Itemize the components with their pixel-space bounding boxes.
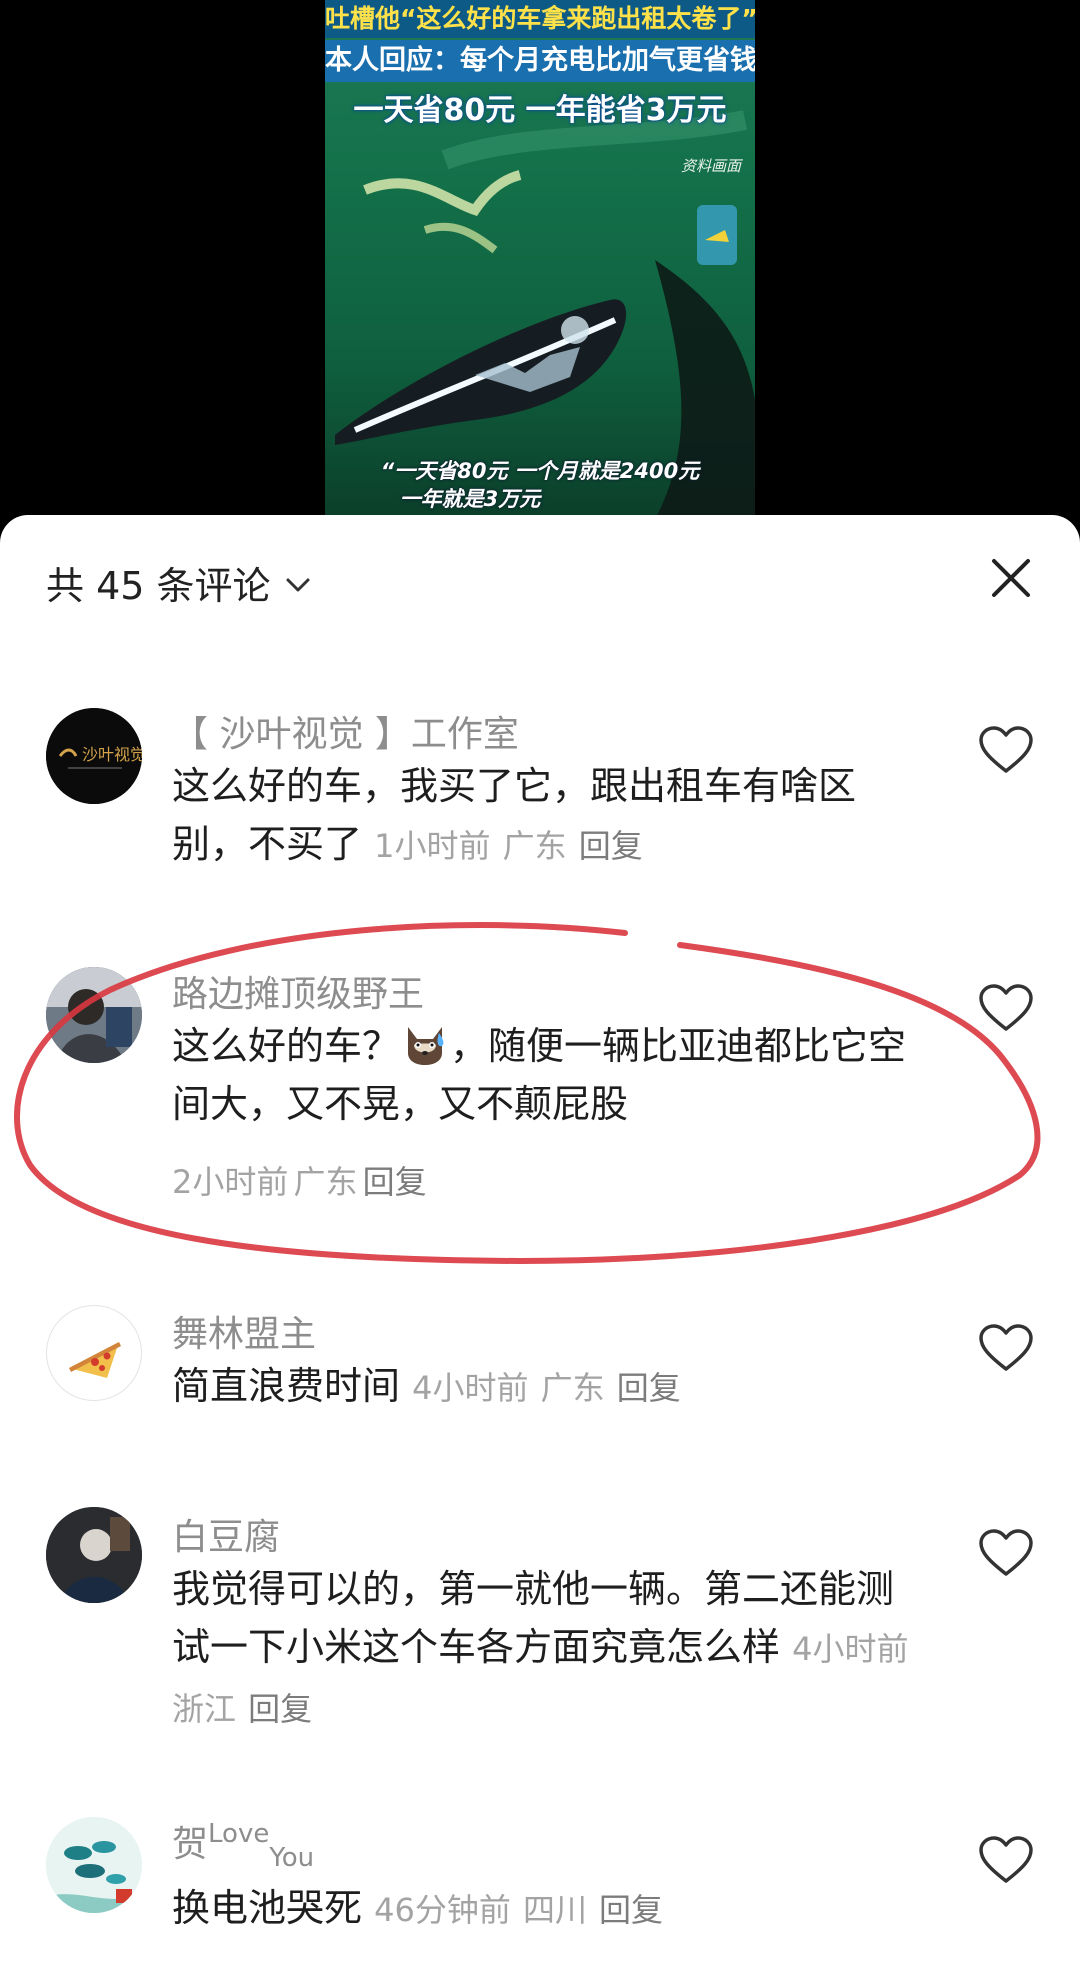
heart-icon[interactable] (978, 1323, 1034, 1373)
comment-item: 沙叶视觉 【 沙叶视觉 】工作室 这么好的车，我买了它，跟出租车有啥区别，不买了… (0, 675, 1080, 866)
close-icon[interactable] (988, 555, 1034, 601)
avatar[interactable] (46, 1507, 142, 1603)
comment-username[interactable]: 白豆腐 (172, 1508, 280, 1560)
comment-item: 舞林盟主 简直浪费时间 4小时前 广东 回复 (0, 1275, 1080, 1415)
reply-button[interactable]: 回复 (363, 1163, 427, 1201)
fish-avatar-icon (46, 1817, 142, 1913)
heart-icon[interactable] (978, 725, 1034, 775)
comment-sheet: 共 45 条评论 沙叶视觉 【 沙叶视觉 】工作室 这么好的车，我买了它，跟出租… (0, 515, 1080, 1968)
svg-text:沙叶视觉: 沙叶视觉 (82, 745, 142, 764)
comment-text: 这么好的车，我买了它，跟出租车有啥区别，不买了 1小时前 广东 回复 (172, 757, 912, 875)
heart-icon[interactable] (978, 1528, 1034, 1578)
comment-location: 广东 (502, 827, 567, 865)
pizza-avatar-icon (69, 1342, 121, 1378)
comment-body: 简直浪费时间 (172, 1364, 401, 1408)
comment-meta: 2小时前 广东 回复 (172, 1157, 427, 1203)
comment-item: 路边摊顶级野王 这么好的车？ ，随便一辆比亚迪都比它空间大，又不晃，又不颠屁股 … (0, 935, 1080, 1201)
video-player[interactable]: 吐槽他“这么好的车拿来跑出租太卷了” 本人回应：每个月充电比加气更省钱 一天省8… (0, 0, 1080, 520)
comment-username[interactable]: 舞林盟主 (172, 1305, 316, 1357)
comment-time: 4小时前 (792, 1630, 909, 1668)
comment-username[interactable]: 贺LoveYou (172, 1815, 314, 1873)
video-caption-1: “一天省80元 一个月就是2400元 (380, 459, 700, 483)
comment-count-dropdown[interactable]: 共 45 条评论 (46, 555, 311, 610)
comment-text: 换电池哭死 46分钟前 四川 回复 (172, 1879, 912, 1939)
username-sup: Love (208, 1819, 270, 1849)
video-headline-2: 本人回应：每个月充电比加气更省钱 (325, 40, 755, 82)
comment-location: 广东 (540, 1369, 605, 1407)
photo-avatar-icon (46, 1507, 142, 1603)
comment-location: 浙江 (172, 1690, 237, 1728)
comment-item: 贺LoveYou 换电池哭死 46分钟前 四川 回复 (0, 1795, 1080, 1945)
comment-text: 简直浪费时间 4小时前 广东 回复 (172, 1357, 912, 1417)
avatar[interactable]: 沙叶视觉 (46, 708, 142, 804)
video-headline-1: 吐槽他“这么好的车拿来跑出租太卷了” (325, 0, 755, 38)
username-sub: You (269, 1843, 315, 1873)
comment-count-label: 共 45 条评论 (46, 564, 271, 608)
comment-location: 广东 (293, 1163, 358, 1201)
comment-username[interactable]: 【 沙叶视觉 】工作室 (172, 705, 519, 757)
chevron-down-icon (286, 578, 310, 591)
avatar[interactable] (46, 967, 142, 1063)
username-main: 贺 (172, 1824, 209, 1865)
comment-time: 46分钟前 (374, 1891, 511, 1929)
heart-icon[interactable] (978, 983, 1034, 1033)
comment-text: 我觉得可以的，第一就他一辆。第二还能测试一下小米这个车各方面究竟怎么样 4小时前… (172, 1560, 912, 1738)
comment-time: 4小时前 (412, 1369, 529, 1407)
reply-button[interactable]: 回复 (248, 1690, 312, 1728)
video-caption-2: 一年就是3万元 (399, 487, 541, 511)
comment-body: 换电池哭死 (172, 1886, 363, 1930)
avatar[interactable] (46, 1817, 142, 1913)
photo-avatar-icon (46, 967, 142, 1063)
source-tag: 资料画面 (680, 157, 741, 175)
reply-button[interactable]: 回复 (599, 1891, 663, 1929)
comment-location: 四川 (522, 1891, 587, 1929)
dog-sweat-emoji-icon (408, 1027, 444, 1065)
sheet-header: 共 45 条评论 (0, 515, 1080, 645)
video-headline-3: 一天省80元 一年能省3万元 (353, 93, 727, 128)
logo-avatar-icon: 沙叶视觉 (46, 708, 142, 804)
reply-button[interactable]: 回复 (579, 827, 643, 865)
avatar[interactable] (46, 1305, 142, 1401)
reply-button[interactable]: 回复 (617, 1369, 681, 1407)
comment-body: 我觉得可以的，第一就他一辆。第二还能测试一下小米这个车各方面究竟怎么样 (172, 1567, 895, 1669)
video-frame[interactable]: 吐槽他“这么好的车拿来跑出租太卷了” 本人回应：每个月充电比加气更省钱 一天省8… (325, 0, 755, 520)
comment-username[interactable]: 路边摊顶级野王 (172, 965, 424, 1017)
comment-time: 1小时前 (374, 827, 491, 865)
comment-item: 白豆腐 我觉得可以的，第一就他一辆。第二还能测试一下小米这个车各方面究竟怎么样 … (0, 1480, 1080, 1728)
comment-text: 这么好的车？ ，随便一辆比亚迪都比它空间大，又不晃，又不颠屁股 (172, 1017, 912, 1133)
heart-icon[interactable] (978, 1835, 1034, 1885)
comment-body: 这么好的车？ (172, 1024, 401, 1068)
comment-time: 2小时前 (172, 1163, 289, 1201)
